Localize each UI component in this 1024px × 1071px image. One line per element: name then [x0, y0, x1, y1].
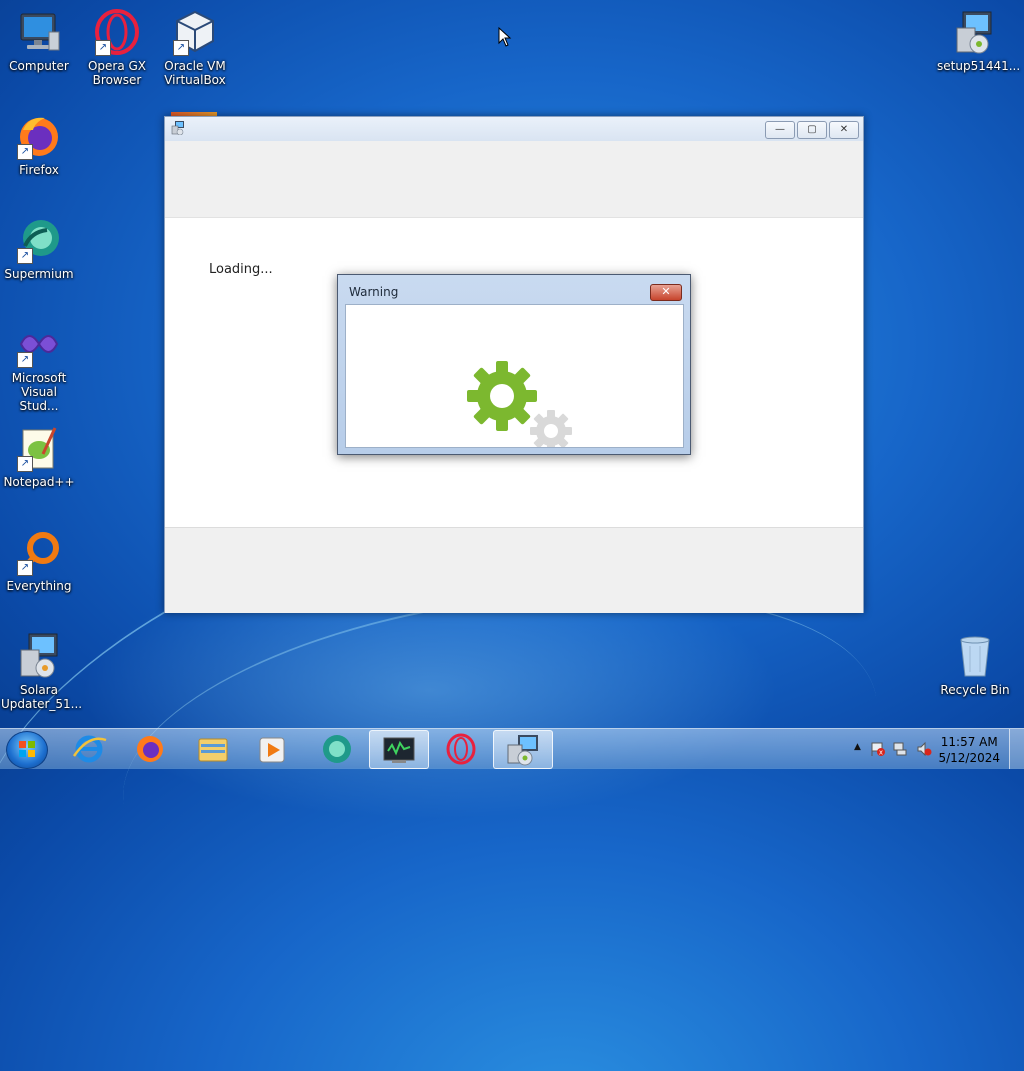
desktop-icon-opera-gx[interactable]: ↗ Opera GX Browser — [79, 8, 155, 87]
desktop-icon-setup[interactable]: setup51441... — [937, 8, 1021, 73]
taskbar-installer[interactable] — [493, 730, 553, 769]
shortcut-arrow-icon: ↗ — [17, 248, 33, 264]
taskbar-supermium[interactable] — [308, 730, 366, 767]
opera-gx-icon: ↗ — [93, 8, 141, 56]
taskbar-firefox[interactable] — [121, 730, 179, 767]
windows-logo-icon — [19, 741, 35, 757]
system-tray: ▲ x 11:57 AM 5/12/2024 — [844, 729, 1024, 769]
desktop-icon-label: setup51441... — [937, 59, 1021, 73]
desktop-icon-label: Solara Updater_51... — [1, 683, 83, 711]
desktop-icon-everything[interactable]: ↗ Everything — [1, 528, 77, 593]
shortcut-arrow-icon: ↗ — [173, 40, 189, 56]
small-gear-icon — [530, 410, 572, 447]
installer-header — [165, 141, 863, 218]
terminal-app-icon — [383, 737, 415, 763]
installer-icon — [951, 8, 999, 56]
warning-dialog-body — [345, 304, 684, 448]
visual-studio-icon: ↗ — [15, 320, 63, 368]
installer-footer — [165, 527, 863, 613]
gears-graphic — [467, 361, 572, 447]
action-center-flag-icon[interactable]: x — [870, 741, 886, 757]
show-desktop-button[interactable] — [1009, 729, 1024, 769]
firefox-icon — [137, 736, 163, 762]
computer-icon — [15, 8, 63, 56]
show-hidden-icons-button[interactable]: ▲ — [854, 742, 864, 752]
maximize-button[interactable]: ▢ — [797, 121, 827, 139]
desktop-icon-firefox[interactable]: ↗ Firefox — [1, 112, 77, 177]
clock-time: 11:57 AM — [940, 735, 998, 749]
desktop-icon-label: Firefox — [19, 163, 59, 177]
desktop-icon-label: Everything — [6, 579, 72, 593]
desktop-icon-recycle-bin[interactable]: Recycle Bin — [937, 632, 1013, 697]
installer-icon — [507, 735, 538, 766]
desktop-icon-label: Opera GX Browser — [87, 59, 147, 87]
mouse-cursor-icon — [498, 27, 512, 47]
desktop-icon-label: Microsoft Visual Stud... — [11, 371, 67, 413]
supermium-icon: ↗ — [15, 216, 63, 264]
media-player-icon — [259, 737, 285, 763]
file-explorer-icon — [198, 738, 228, 762]
opera-gx-icon — [446, 733, 476, 765]
minimize-button[interactable]: — — [765, 121, 795, 139]
network-icon[interactable] — [892, 741, 908, 757]
loading-text: Loading... — [209, 262, 273, 277]
shortcut-arrow-icon: ↗ — [17, 144, 33, 160]
firefox-icon: ↗ — [15, 112, 63, 160]
taskbar-terminal-app[interactable] — [369, 730, 429, 769]
desktop-icon-solara-updater[interactable]: Solara Updater_51... — [1, 632, 83, 711]
svg-text:x: x — [879, 749, 883, 757]
notepad-plus-plus-icon: ↗ — [15, 424, 63, 472]
supermium-icon — [323, 735, 351, 763]
shortcut-arrow-icon: ↗ — [17, 560, 33, 576]
desktop-icon-computer[interactable]: Computer — [1, 8, 77, 73]
warning-close-button[interactable]: ✕ — [650, 284, 682, 301]
installer-titlebar[interactable]: — ▢ ✕ — [165, 117, 863, 141]
desktop-icon-supermium[interactable]: ↗ Supermium — [1, 216, 77, 281]
close-button[interactable]: ✕ — [829, 121, 859, 139]
start-button[interactable] — [6, 731, 48, 769]
desktop-icon-label: Oracle VM VirtualBox — [164, 59, 226, 87]
desktop-icon-notepadpp[interactable]: ↗ Notepad++ — [1, 424, 77, 489]
internet-explorer-icon — [72, 735, 107, 763]
taskbar-clock[interactable]: 11:57 AM 5/12/2024 — [938, 734, 1000, 766]
installer-icon — [15, 632, 63, 680]
everything-search-icon: ↗ — [15, 528, 63, 576]
warning-dialog-title: Warning — [349, 285, 399, 299]
warning-dialog: Warning ✕ — [337, 274, 691, 455]
shortcut-arrow-icon: ↗ — [17, 352, 33, 368]
desktop-icon-label: Notepad++ — [3, 475, 75, 489]
clock-date: 5/12/2024 — [938, 751, 1000, 765]
taskbar-internet-explorer[interactable] — [60, 730, 118, 767]
shortcut-arrow-icon: ↗ — [95, 40, 111, 56]
recycle-bin-icon — [951, 632, 999, 680]
taskbar-opera-gx[interactable] — [432, 730, 490, 767]
shortcut-arrow-icon: ↗ — [17, 456, 33, 472]
taskbar: ▲ x 11:57 AM 5/12/2024 — [0, 728, 1024, 769]
taskbar-media-player[interactable] — [244, 730, 302, 767]
volume-muted-icon[interactable] — [916, 741, 932, 757]
desktop-icon-label: Recycle Bin — [940, 683, 1010, 697]
desktop-icon-virtualbox[interactable]: ↗ Oracle VM VirtualBox — [157, 8, 233, 87]
taskbar-file-explorer[interactable] — [184, 730, 242, 767]
large-gear-icon — [467, 361, 537, 431]
desktop-icon-label: Supermium — [4, 267, 74, 281]
desktop-icon-label: Computer — [9, 59, 69, 73]
desktop-icon-visual-studio[interactable]: ↗ Microsoft Visual Stud... — [1, 320, 77, 413]
installer-icon — [171, 121, 184, 135]
virtualbox-icon: ↗ — [171, 8, 219, 56]
